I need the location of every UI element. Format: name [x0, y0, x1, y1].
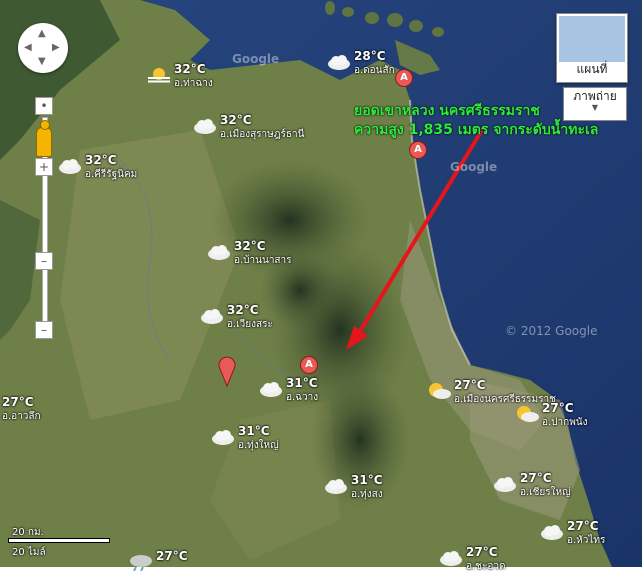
street-view-pegman-icon[interactable] [36, 120, 52, 157]
cloud-icon [212, 430, 234, 445]
scale-bar: 20 กม. 20 ไมล์ [4, 525, 114, 559]
copyright-text: © 2012 Google [505, 324, 598, 338]
rain-icon [130, 555, 152, 571]
zoom-reset-icon[interactable]: • [35, 97, 53, 115]
cloud-icon [194, 119, 216, 134]
pan-down-icon[interactable]: ▼ [38, 57, 46, 67]
cloud-icon [260, 382, 282, 397]
cloud-icon [440, 551, 462, 566]
annotation-line-2: ความสูง 1,835 เมตร จากระดับน้ำทะเล [354, 122, 599, 138]
cloud-icon [208, 245, 230, 260]
map-thumbnail [559, 16, 625, 62]
location-pin-icon[interactable] [218, 355, 236, 387]
scale-mi: 20 ไมล์ [12, 547, 46, 558]
scale-line [8, 538, 110, 543]
cloud-icon [494, 477, 516, 492]
pan-right-icon[interactable]: ▶ [52, 43, 60, 53]
haze-sun-icon [148, 68, 170, 83]
cloud-icon [59, 159, 81, 174]
pan-left-icon[interactable]: ◀ [24, 43, 32, 53]
partly-sunny-icon [429, 383, 451, 399]
pan-control[interactable]: ▲ ▼ ◀ ▶ [18, 23, 68, 73]
cloud-icon [328, 55, 350, 70]
pan-up-icon[interactable]: ▲ [38, 29, 46, 39]
zoom-out-button[interactable]: – [35, 321, 53, 339]
partly-sunny-icon [517, 406, 539, 422]
cloud-icon [325, 479, 347, 494]
map-type-label: แผนที่ [576, 62, 608, 76]
mountain-annotation: ยอดเขาหลวง นครศรีธรรมราช ความสูง 1,835 เ… [354, 102, 598, 140]
zoom-in-button[interactable]: + [35, 158, 53, 176]
google-watermark: Google [450, 160, 498, 174]
cloud-icon [201, 309, 223, 324]
satellite-type-label: ภาพถ่าย [573, 89, 617, 103]
annotation-line-1: ยอดเขาหลวง นครศรีธรรมราช [354, 103, 540, 119]
map-type-button[interactable]: แผนที่ [556, 13, 628, 83]
cloud-icon [541, 525, 563, 540]
zoom-handle[interactable]: – [35, 252, 53, 270]
google-watermark: Google [232, 52, 280, 66]
